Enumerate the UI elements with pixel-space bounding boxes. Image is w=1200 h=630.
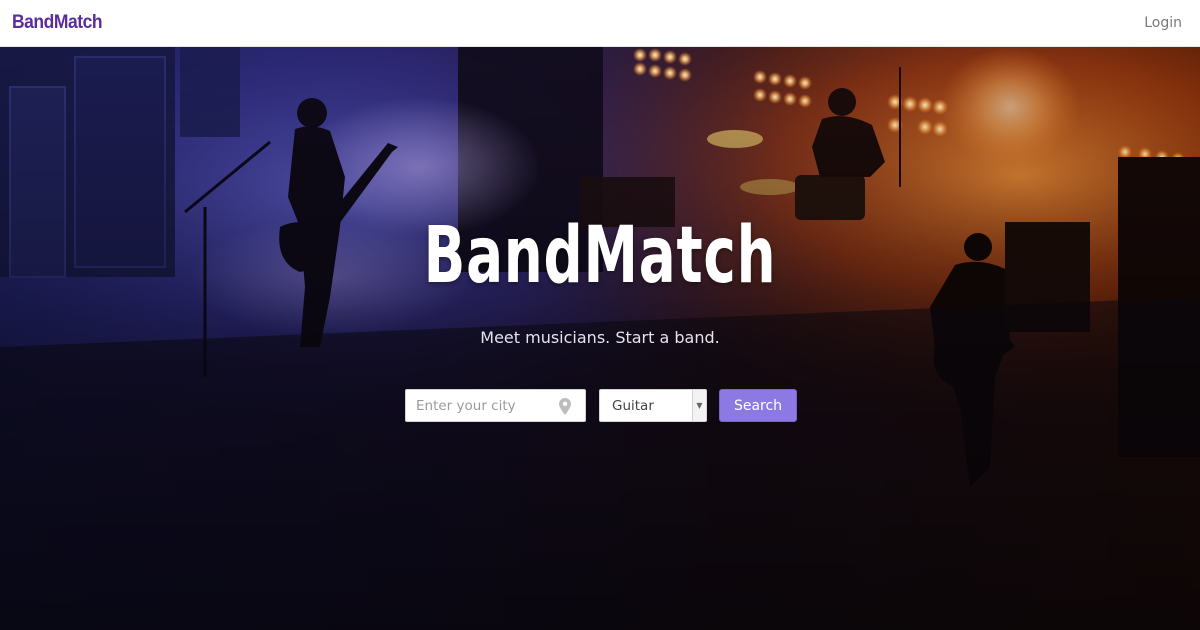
hero-title: BandMatch bbox=[423, 211, 777, 301]
city-field bbox=[405, 389, 586, 422]
login-link[interactable]: Login bbox=[1144, 15, 1188, 31]
hero-subtitle: Meet musicians. Start a band. bbox=[480, 328, 720, 347]
instrument-selected-value: Guitar bbox=[612, 397, 654, 414]
top-navbar: BandMatch Login bbox=[0, 0, 1200, 47]
search-button[interactable]: Search bbox=[719, 389, 797, 422]
brand-logo[interactable]: BandMatch bbox=[12, 12, 103, 34]
instrument-select[interactable]: Guitar ▼ bbox=[599, 389, 707, 422]
hero-content: BandMatch Meet musicians. Start a band. … bbox=[0, 47, 1200, 630]
hero-section: BandMatch Meet musicians. Start a band. … bbox=[0, 47, 1200, 630]
chevron-down-icon: ▼ bbox=[692, 390, 706, 421]
search-form: Guitar ▼ Search bbox=[0, 389, 1200, 422]
location-pin-icon bbox=[559, 398, 571, 415]
